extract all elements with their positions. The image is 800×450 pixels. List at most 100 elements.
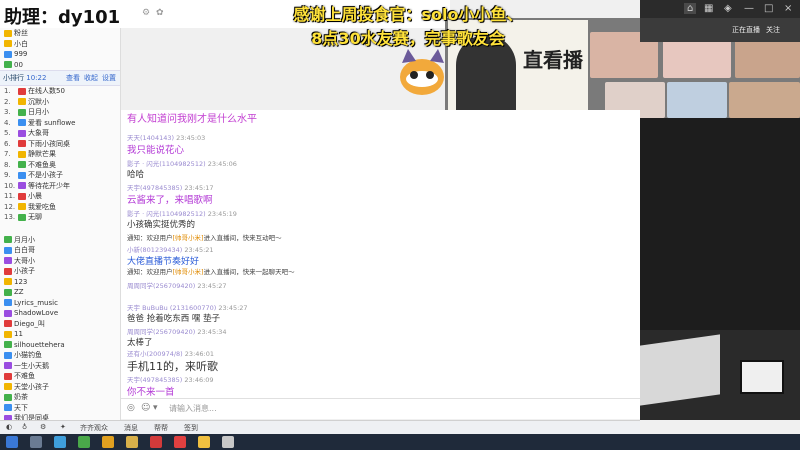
fan-row[interactable]: 月月小	[0, 235, 120, 246]
window-titlebar: ⌂ ▦ ◈ — □ ×	[640, 0, 800, 18]
home-icon[interactable]: ⌂	[684, 3, 697, 14]
fan-row[interactable]: 123	[0, 277, 120, 288]
sender-name[interactable]: 影子 · 闪光(1104982512)	[127, 210, 206, 218]
task-view-icon[interactable]	[54, 436, 66, 448]
chat-input[interactable]: 请输入消息...	[169, 403, 217, 414]
livestream-icon[interactable]	[198, 436, 210, 448]
fan-row[interactable]: ZZ	[0, 287, 120, 298]
fan-row[interactable]: 11	[0, 329, 120, 340]
search-icon[interactable]	[30, 436, 42, 448]
rank-action-settings[interactable]: 设置	[102, 71, 116, 85]
rank-row[interactable]: 5. 大象哥	[0, 128, 120, 139]
chat-app-icon[interactable]	[102, 436, 114, 448]
badge-icon	[4, 299, 12, 307]
sidebar-top-row[interactable]: 粉丝	[0, 28, 120, 39]
rank-row[interactable]: 8. 不难鱼奥	[0, 160, 120, 171]
fan-name: 123	[14, 277, 28, 286]
badge-icon	[4, 236, 12, 244]
fan-row[interactable]: 奶茶	[0, 392, 120, 403]
rank-row[interactable]: 7. 静默芒果	[0, 149, 120, 160]
rank-row[interactable]: 12. 我爱吃鱼	[0, 202, 120, 213]
rank-row[interactable]: 11. 小晨	[0, 191, 120, 202]
badge-icon	[18, 182, 26, 190]
gamepad-icon[interactable]: ◎	[127, 403, 135, 413]
badge-icon	[18, 192, 26, 200]
gift-icon[interactable]: ✿	[156, 8, 164, 18]
minimize-button[interactable]: —	[744, 3, 754, 14]
tray-item-messages[interactable]: 消息	[124, 423, 138, 433]
chat-message: 周周同学(256709420) 23:45:27	[127, 280, 227, 290]
raccoon-small-icon[interactable]: ◐	[6, 423, 12, 431]
fan-row[interactable]: 天下	[0, 403, 120, 414]
fan-name: Diego_叫	[14, 319, 45, 328]
rank-row[interactable]: 1. 在线人数50	[0, 86, 120, 97]
grid-icon[interactable]: ▦	[704, 3, 713, 14]
game-icon[interactable]	[174, 436, 186, 448]
close-button[interactable]: ×	[784, 3, 792, 14]
guest-thumbnail-6[interactable]	[729, 82, 800, 118]
settings-icon[interactable]: ✦	[60, 423, 66, 431]
sender-name[interactable]: 天宇(497845385)	[127, 184, 182, 192]
tray-item-help[interactable]: 帮帮	[154, 423, 168, 433]
rank-row[interactable]: 4. 爱看 sunflowe	[0, 118, 120, 129]
settings-icon[interactable]: ⚙	[40, 423, 46, 431]
sender-name[interactable]: 天宇 BuBuBu (2131600770)	[127, 304, 216, 312]
fan-row[interactable]: 不难鱼	[0, 371, 120, 382]
guest-thumbnail-5[interactable]	[667, 82, 727, 118]
fan-list: 月月小 白白哥 大哥小 小孩子 123 ZZ Lyrics_music ShadowLove D…	[0, 235, 120, 424]
sender-name[interactable]: 周周同学(256709420)	[127, 328, 195, 336]
art-caption: 直看播	[523, 48, 583, 72]
notice-user[interactable]: [帅哥小米]	[173, 234, 204, 242]
sender-name[interactable]: 周周同学(256709420)	[127, 282, 195, 290]
sender-name[interactable]: 天宇(497845385)	[127, 376, 182, 384]
notice-user[interactable]: [帅哥小米]	[173, 268, 204, 276]
fan-row[interactable]: Diego_叫	[0, 319, 120, 330]
folder-icon[interactable]	[126, 436, 138, 448]
fan-row[interactable]: ShadowLove	[0, 308, 120, 319]
rank-row[interactable]: 6. 下雨小孩同桌	[0, 139, 120, 150]
fan-row[interactable]: 小猫钓鱼	[0, 350, 120, 361]
msg-text: 云酱来了，来唱歌啊	[127, 195, 213, 206]
badge-icon	[4, 362, 12, 370]
rank-action-collapse[interactable]: 收起	[84, 71, 98, 85]
start-icon[interactable]	[6, 436, 18, 448]
rank-name: 日月小	[28, 108, 49, 116]
sender-name[interactable]: 还有小(200974/8)	[127, 350, 183, 358]
msg-text: 你不来一首	[127, 387, 175, 398]
sender-name[interactable]: 小新(801239434)	[127, 246, 182, 254]
sidebar-top-row[interactable]: 小白	[0, 39, 120, 50]
fan-row[interactable]: silhouettehera	[0, 340, 120, 351]
rank-row[interactable]: 13. 无聊	[0, 212, 120, 223]
fan-row[interactable]: 小孩子	[0, 266, 120, 277]
fan-name: 小孩子	[14, 267, 35, 275]
settings-icon[interactable]: ⚙	[142, 8, 150, 18]
fan-row[interactable]: 白白哥	[0, 245, 120, 256]
media-icon[interactable]	[150, 436, 162, 448]
fan-row[interactable]: 大哥小	[0, 256, 120, 267]
cam-label-live[interactable]: 正在直播	[732, 25, 760, 35]
rank-action-view[interactable]: 查看	[66, 71, 80, 85]
msg-time: 23:46:09	[184, 376, 214, 384]
tray-item-audience[interactable]: 齐齐观众	[80, 423, 108, 433]
tool-icon[interactable]	[222, 436, 234, 448]
cam-label-follow[interactable]: 关注	[766, 25, 780, 35]
mic-icon[interactable]: ♁	[22, 423, 27, 431]
rank-row[interactable]: 9. 不是小孩子	[0, 170, 120, 181]
sidebar-top-row[interactable]: 999	[0, 49, 120, 60]
rank-row[interactable]: 10. 等待花开少年	[0, 181, 120, 192]
fan-row[interactable]: 一生小天鹅	[0, 361, 120, 372]
rank-row[interactable]: 3. 日月小	[0, 107, 120, 118]
gamepad-icon[interactable]: ◈	[724, 3, 732, 14]
sidebar-top-row[interactable]: 00	[0, 60, 120, 71]
fan-row[interactable]: Lyrics_music	[0, 298, 120, 309]
fan-row[interactable]: 天堂小孩子	[0, 382, 120, 393]
chevron-down-icon[interactable]: ▾	[153, 403, 158, 413]
tray-item-checkin[interactable]: 签到	[184, 423, 198, 433]
browser-icon[interactable]	[78, 436, 90, 448]
sender-name[interactable]: 天天(1404143)	[127, 134, 174, 142]
rank-name: 不难鱼奥	[28, 160, 56, 169]
sender-name[interactable]: 影子 · 闪光(1104982512)	[127, 160, 206, 168]
rank-row[interactable]: 2. 沉默小	[0, 97, 120, 108]
emoji-icon[interactable]: ☺	[141, 403, 150, 413]
maximize-button[interactable]: □	[764, 3, 773, 14]
